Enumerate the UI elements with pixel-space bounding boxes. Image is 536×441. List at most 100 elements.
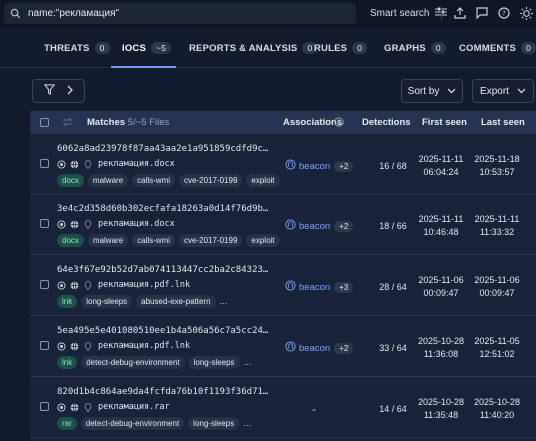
header-last-seen[interactable]: Last seen <box>481 117 525 128</box>
table-row[interactable]: 6062a8ad23978f87aa43aa2e1a951859cdfd9c… … <box>30 135 536 195</box>
header-matches: Matches <box>87 117 126 128</box>
globe-icon <box>70 160 79 169</box>
last-seen-date: 2025-11-05 <box>474 336 520 346</box>
association-link[interactable]: beacon <box>285 219 330 233</box>
tab-label: IOCS <box>122 42 147 54</box>
association-more-badge[interactable]: +3 <box>334 281 354 293</box>
first-seen-date: 2025-11-11 <box>418 154 464 164</box>
globe-icon <box>70 220 79 229</box>
tag[interactable]: calls-wmi <box>132 234 176 247</box>
row-checkbox[interactable] <box>40 157 49 171</box>
upload-icon[interactable] <box>453 6 467 20</box>
last-seen-time: 00:09:47 <box>479 288 515 298</box>
more-tags[interactable]: … <box>244 356 252 369</box>
svg-text:?: ? <box>502 10 506 18</box>
expand-all-icon[interactable] <box>62 117 73 130</box>
filter-button[interactable] <box>32 79 85 103</box>
table-row[interactable]: 64e3f67e92b52d7ab074113447cc2ba2c84323… … <box>30 256 536 316</box>
tag[interactable]: long-sleeps <box>81 295 133 308</box>
last-seen-date: 2025-11-11 <box>474 214 520 224</box>
tag[interactable]: exploit <box>246 174 280 187</box>
association-more-badge[interactable]: +2 <box>334 220 354 232</box>
more-tags[interactable]: … <box>220 295 228 308</box>
more-tags[interactable]: … <box>243 417 251 430</box>
tag-file-type[interactable]: docx <box>57 234 84 247</box>
file-name: рекламация.pdf.lnk <box>98 280 191 290</box>
tag[interactable]: calls-wmi <box>132 174 176 187</box>
tag[interactable]: detect-debug-environment <box>81 356 185 369</box>
globe-icon <box>70 403 79 412</box>
association-more-badge[interactable]: +2 <box>334 160 354 172</box>
location-pin-icon <box>83 219 92 229</box>
association-link[interactable]: beacon <box>285 159 330 173</box>
header-first-seen[interactable]: First seen <box>422 117 467 128</box>
tag[interactable]: malware <box>87 174 129 187</box>
tag[interactable]: malware <box>87 234 129 247</box>
select-all-checkbox[interactable] <box>40 118 49 130</box>
tag-file-type[interactable]: rar <box>57 417 77 430</box>
row-checkbox[interactable] <box>40 339 49 353</box>
tag[interactable]: detect-debug-environment <box>80 417 185 430</box>
tab-reports-analysis[interactable]: REPORTS & ANALYSIS 0 <box>189 42 318 54</box>
row-checkbox[interactable] <box>40 278 49 292</box>
file-hash[interactable]: 820d1b4c864ae9da4fcfda76b10f1193f36d71… <box>57 387 268 397</box>
tag[interactable]: long-sleeps <box>188 356 240 369</box>
globe-icon <box>70 342 79 351</box>
association-name: beacon <box>299 281 331 293</box>
first-seen-time: 00:09:47 <box>423 288 459 298</box>
location-pin-icon <box>83 341 92 351</box>
row-checkbox[interactable] <box>40 217 49 231</box>
first-seen-cell: 2025-10-28 11:36:08 <box>411 335 471 361</box>
table-row[interactable]: 5ea495e5e401080510ee1b4a506a56c7a5cc24… … <box>30 317 536 377</box>
tab-count: ~5 <box>151 42 172 54</box>
tab-graphs[interactable]: GRAPHS 0 <box>384 42 446 54</box>
tag[interactable]: exploit <box>246 234 280 247</box>
tab-comments[interactable]: COMMENTS 0 <box>459 42 536 54</box>
export-label: Export <box>480 85 509 97</box>
help-icon[interactable]: ? <box>497 6 511 20</box>
tab-count: 0 <box>352 42 368 54</box>
tag-file-type[interactable]: docx <box>57 174 84 187</box>
chevron-down-icon <box>517 86 526 97</box>
table-row[interactable]: 3e4c2d358d60b302ecfafa18263a0d14f76d9b… … <box>30 195 536 255</box>
file-hash[interactable]: 6062a8ad23978f87aa43aa2e1a951859cdfd9c… <box>57 144 268 154</box>
file-hash[interactable]: 64e3f67e92b52d7ab074113447cc2ba2c84323… <box>57 265 268 275</box>
file-name: рекламация.rar <box>98 402 170 412</box>
tag[interactable]: cve-2017-0199 <box>179 174 243 187</box>
tag-file-type[interactable]: lnk <box>57 356 78 369</box>
tag-file-type[interactable]: lnk <box>57 295 78 308</box>
file-name: рекламация.docx <box>98 159 175 169</box>
file-hash[interactable]: 3e4c2d358d60b302ecfafa18263a0d14f76d9b… <box>57 204 268 214</box>
file-hash[interactable]: 5ea495e5e401080510ee1b4a506a56c7a5cc24… <box>57 326 268 336</box>
association-link[interactable]: beacon <box>285 341 330 355</box>
tag[interactable]: long-sleeps <box>188 417 240 430</box>
table-row[interactable]: 820d1b4c864ae9da4fcfda76b10f1193f36d71… … <box>30 378 536 438</box>
file-type-icon <box>57 280 66 290</box>
row-checkbox[interactable] <box>40 400 49 414</box>
tab-threats[interactable]: THREATS 0 <box>44 42 110 54</box>
last-seen-date: 2025-10-28 <box>473 397 521 407</box>
association-link[interactable]: beacon <box>285 280 330 294</box>
association-more-badge[interactable]: +2 <box>334 342 354 354</box>
search-input[interactable]: name:"рекламация" <box>4 3 356 24</box>
theme-toggle-icon[interactable] <box>519 6 533 20</box>
last-seen-time: 10:53:57 <box>479 167 515 177</box>
tag[interactable]: abused-exe-pattern <box>136 295 216 308</box>
results-table: Matches - 5/~5 Files Associations Detect… <box>30 111 536 441</box>
last-seen-date: 2025-11-06 <box>474 275 520 285</box>
actor-icon <box>285 219 296 233</box>
tag[interactable]: cve-2017-0199 <box>179 234 243 247</box>
first-seen-date: 2025-11-11 <box>418 214 464 224</box>
actor-icon <box>285 280 296 294</box>
smart-search-toggle[interactable]: Smart search <box>370 7 448 20</box>
tab-rules[interactable]: RULES 0 <box>314 42 368 54</box>
header-detections[interactable]: Detections <box>362 117 411 128</box>
first-seen-cell: 2025-11-06 00:09:47 <box>411 274 471 300</box>
sort-by-button[interactable]: Sort by <box>401 79 463 103</box>
first-seen-date: 2025-10-28 <box>417 336 465 346</box>
first-seen-time: 11:36:08 <box>423 349 459 359</box>
export-button[interactable]: Export <box>472 79 534 103</box>
tab-iocs[interactable]: IOCS ~5 <box>122 42 172 54</box>
chat-icon[interactable] <box>475 6 489 20</box>
info-icon[interactable] <box>334 117 344 130</box>
